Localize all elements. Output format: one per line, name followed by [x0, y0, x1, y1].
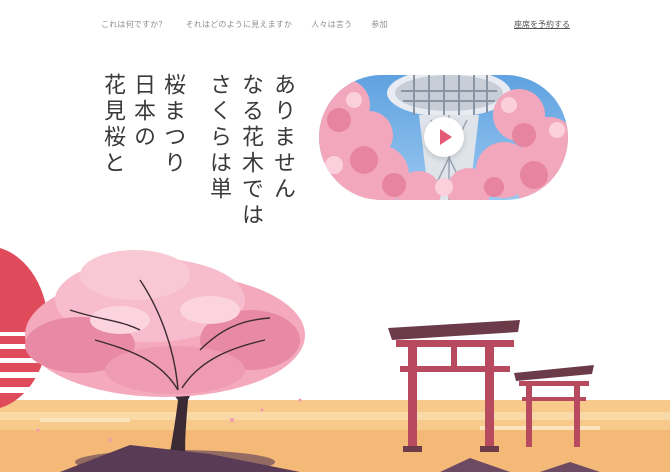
hero-text-column-5: 日本の	[130, 73, 155, 151]
tree-canopy	[25, 250, 305, 397]
hero-text-column-6: 花見桜と	[100, 73, 125, 177]
hero-text-column-4: 桜まつり	[160, 73, 185, 177]
nav-item-what[interactable]: これは何ですか？	[101, 19, 167, 30]
nav-item-look[interactable]: それはどのように見えますか	[186, 19, 293, 30]
page: これは何ですか？ それはどのように見えますか 人々は言う 参加 座席を予約する …	[0, 0, 670, 472]
hero-text-column-2: なる花木では	[238, 73, 263, 229]
top-nav: これは何ですか？ それはどのように見えますか 人々は言う 参加	[101, 19, 407, 30]
hero-text-column-1: ありません	[270, 73, 295, 203]
nav-item-join[interactable]: 参加	[371, 19, 387, 30]
play-button[interactable]	[424, 117, 464, 157]
sakura-scene-illustration	[0, 248, 670, 472]
nav-item-people[interactable]: 人々は言う	[311, 19, 352, 30]
book-seat-link[interactable]: 座席を予約する	[514, 19, 570, 30]
hero-text-column-3: さくらは単	[206, 73, 231, 203]
